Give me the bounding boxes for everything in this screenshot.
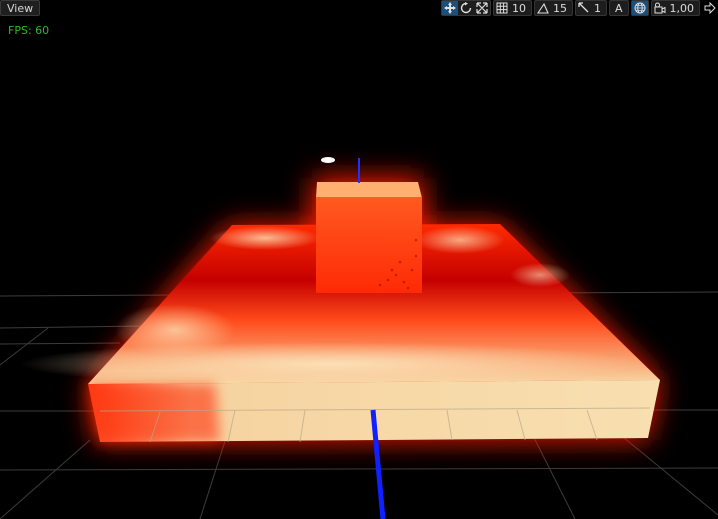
move-arrows-icon bbox=[443, 2, 456, 14]
grid-snap-value[interactable]: 10 bbox=[510, 2, 531, 15]
angle-snap-toggle[interactable] bbox=[535, 1, 551, 15]
viewport-toolbar: 10 15 1 A 1,00 bbox=[440, 0, 718, 16]
translate-tool[interactable] bbox=[441, 1, 458, 15]
scale-snap-value[interactable]: 1 bbox=[592, 2, 606, 15]
scale-snap-toggle[interactable] bbox=[576, 1, 592, 15]
camera-speed-group[interactable]: 1,00 bbox=[650, 0, 700, 16]
fps-counter: FPS: 60 bbox=[8, 24, 50, 37]
auto-group[interactable]: A bbox=[608, 0, 629, 16]
camera-icon bbox=[654, 2, 665, 14]
maximize-group[interactable] bbox=[702, 0, 718, 16]
world-space-toggle[interactable] bbox=[631, 1, 648, 15]
rotate-icon bbox=[460, 2, 472, 14]
angle-snap-group[interactable]: 15 bbox=[533, 0, 573, 16]
cube-mesh bbox=[316, 182, 422, 293]
view-menu-button[interactable]: View bbox=[0, 0, 41, 16]
coordinate-space-group[interactable] bbox=[630, 0, 649, 16]
globe-icon bbox=[634, 2, 645, 14]
grid-snap-toggle[interactable] bbox=[494, 1, 510, 15]
scale-snap-group[interactable]: 1 bbox=[574, 0, 607, 16]
arrow-right-icon bbox=[704, 2, 716, 14]
grid-icon bbox=[496, 2, 508, 14]
rotate-tool[interactable] bbox=[458, 1, 474, 15]
scale-icon bbox=[476, 2, 488, 14]
scene-render bbox=[0, 157, 718, 519]
camera-speed-button[interactable] bbox=[652, 1, 668, 15]
scale-snap-icon bbox=[578, 2, 589, 13]
maximize-viewport-button[interactable] bbox=[702, 1, 718, 15]
grid-snap-group[interactable]: 10 bbox=[492, 0, 532, 16]
auto-toggle[interactable]: A bbox=[610, 1, 628, 15]
angle-snap-value[interactable]: 15 bbox=[551, 2, 572, 15]
scale-tool[interactable] bbox=[474, 1, 490, 15]
3d-viewport[interactable]: View FPS: 60 10 15 1 A 1,00 bbox=[0, 0, 718, 519]
auto-label: A bbox=[614, 1, 623, 15]
camera-speed-value[interactable]: 1,00 bbox=[668, 2, 700, 15]
angle-icon bbox=[536, 2, 549, 14]
transform-tools bbox=[440, 0, 491, 16]
